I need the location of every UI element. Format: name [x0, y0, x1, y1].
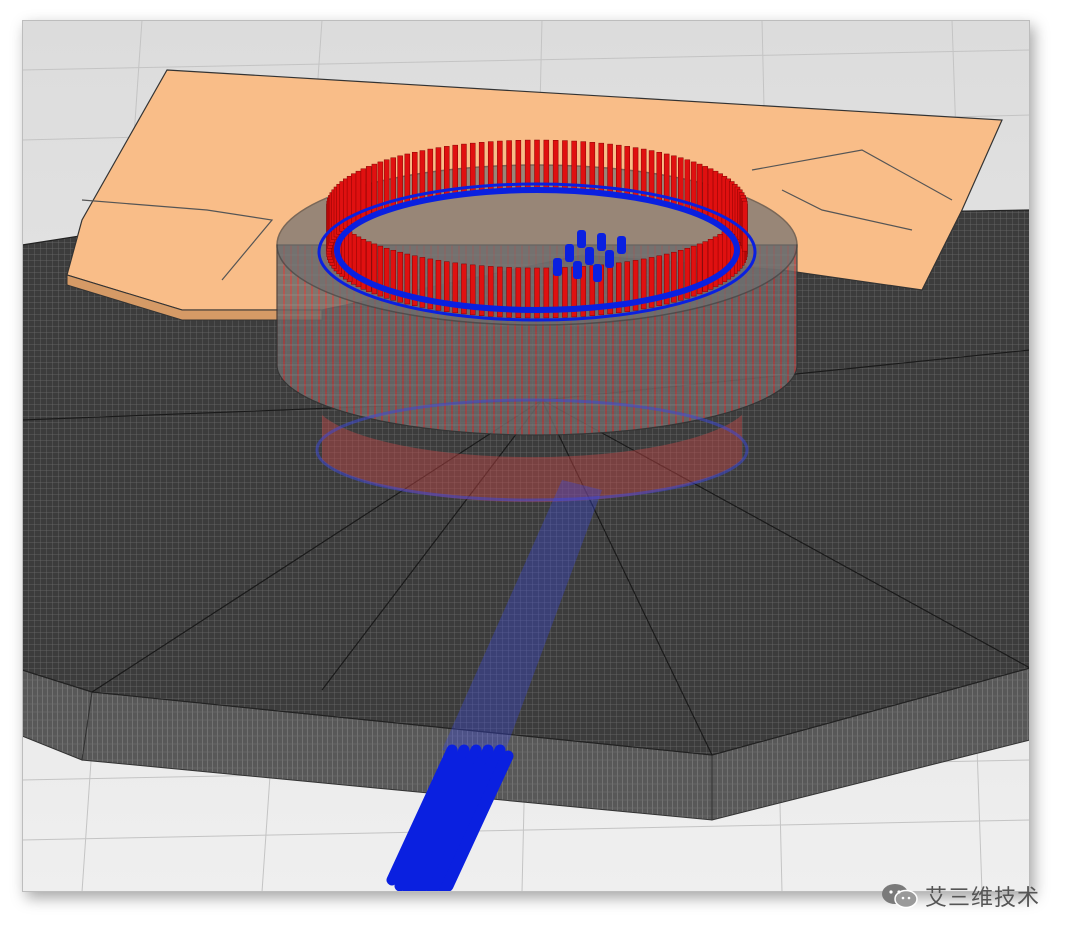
inner-blue-column — [585, 247, 594, 265]
inner-blue-column — [573, 261, 582, 279]
red-rebar-bar — [742, 200, 748, 252]
inner-blue-column — [617, 236, 626, 254]
viewport — [22, 20, 1030, 892]
inner-blue-column — [605, 250, 614, 268]
inner-blue-column — [553, 258, 562, 276]
inner-blue-column — [577, 230, 586, 248]
watermark-text: 艾三维技术 — [924, 886, 1040, 911]
bim-3d-model — [22, 20, 1030, 892]
inner-blue-column — [593, 264, 602, 282]
watermark: 艾三维技术 — [881, 880, 1040, 912]
inner-blue-column — [565, 244, 574, 262]
wechat-icon — [881, 884, 918, 909]
inner-blue-column — [597, 233, 606, 251]
